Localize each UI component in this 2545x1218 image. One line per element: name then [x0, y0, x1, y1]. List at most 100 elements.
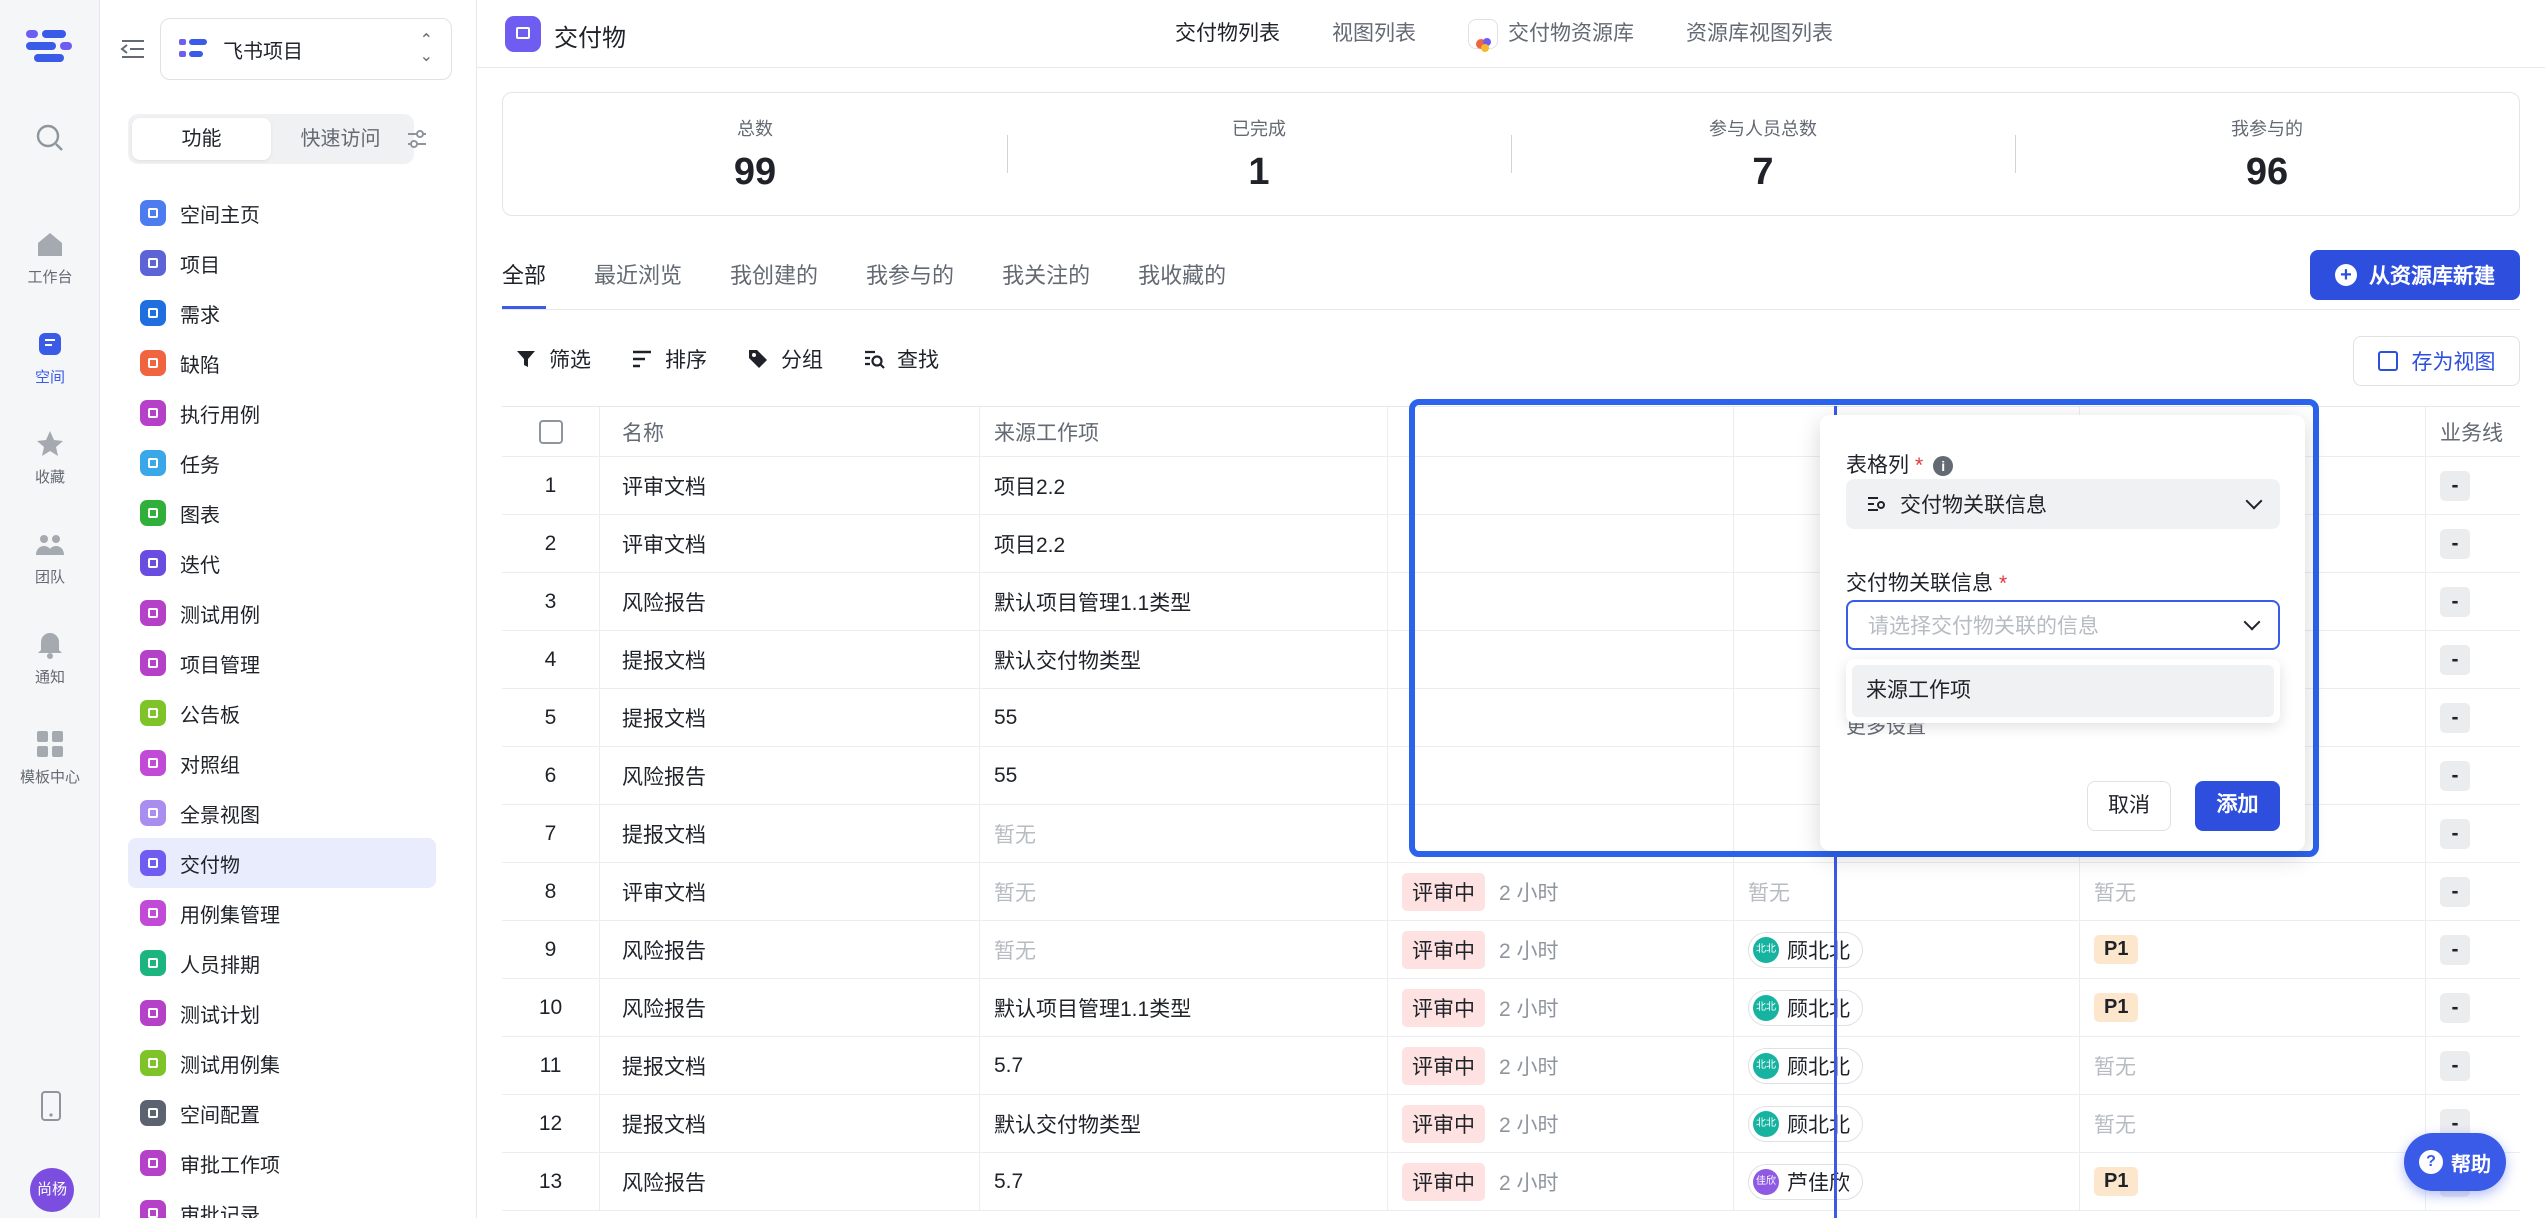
row-name[interactable]: 提报文档	[600, 1095, 980, 1152]
sidebar-item-20[interactable]: 审批记录	[128, 1188, 436, 1218]
row-line[interactable]: -	[2426, 863, 2520, 920]
row-source[interactable]: 默认项目管理1.1类型	[980, 573, 1388, 630]
table-row[interactable]: 9 风险报告 暂无 评审中 2 小时 北北 顾北北 P1 -	[502, 921, 2520, 979]
sidebar-item-15[interactable]: 人员排期	[128, 938, 436, 988]
row-status[interactable]: 评审中 2 小时	[1388, 863, 1734, 920]
row-source[interactable]: 55	[980, 747, 1388, 804]
tab-favorites[interactable]: 我收藏的	[1138, 258, 1226, 309]
tab-view-list[interactable]: 视图列表	[1332, 0, 1416, 68]
row-source[interactable]: 5.7	[980, 1153, 1388, 1210]
row-user[interactable]: 北北 顾北北	[1734, 1037, 2080, 1094]
row-source[interactable]: 项目2.2	[980, 457, 1388, 514]
header-source[interactable]: 来源工作项	[980, 407, 1388, 456]
sidebar-item-12[interactable]: 全景视图	[128, 788, 436, 838]
row-source[interactable]: 默认交付物类型	[980, 631, 1388, 688]
tab-recent[interactable]: 最近浏览	[594, 258, 682, 309]
rail-item-0[interactable]	[0, 122, 100, 160]
rail-item-3[interactable]: 收藏	[0, 428, 100, 487]
row-line[interactable]: -	[2426, 689, 2520, 746]
tab-followed[interactable]: 我关注的	[1002, 258, 1090, 309]
sidebar-item-5[interactable]: 任务	[128, 438, 436, 488]
row-name[interactable]: 提报文档	[600, 1037, 980, 1094]
rail-item-2[interactable]: 空间	[0, 328, 100, 387]
column-type-select[interactable]: 交付物关联信息	[1846, 479, 2280, 529]
row-source[interactable]: 默认项目管理1.1类型	[980, 979, 1388, 1036]
app-logo-icon[interactable]	[26, 26, 74, 66]
sidebar-item-13[interactable]: 交付物	[128, 838, 436, 888]
row-user[interactable]: 北北 顾北北	[1734, 1095, 2080, 1152]
user-avatar[interactable]: 尚杨	[30, 1168, 74, 1212]
help-button[interactable]: ? 帮助	[2404, 1133, 2506, 1191]
table-row[interactable]: 12 提报文档 默认交付物类型 评审中 2 小时 北北 顾北北 暂无 -	[502, 1095, 2520, 1153]
row-name[interactable]: 风险报告	[600, 979, 980, 1036]
sidebar-item-19[interactable]: 审批工作项	[128, 1138, 436, 1188]
row-name[interactable]: 评审文档	[600, 863, 980, 920]
row-status[interactable]: 评审中 2 小时	[1388, 1037, 1734, 1094]
collapse-sidebar-icon[interactable]	[120, 38, 146, 60]
sidebar-item-6[interactable]: 图表	[128, 488, 436, 538]
row-priority[interactable]: 暂无	[2080, 1095, 2426, 1152]
table-row[interactable]: 13风险报告5.7评审中2 小时佳欣芦佳欣P1-	[502, 1153, 2520, 1211]
header-name[interactable]: 名称	[600, 407, 980, 456]
user-chip[interactable]: 北北 顾北北	[1748, 1047, 1863, 1084]
sidebar-item-7[interactable]: 迭代	[128, 538, 436, 588]
row-name[interactable]: 提报文档	[600, 631, 980, 688]
row-user[interactable]: 暂无	[1734, 863, 2080, 920]
row-name[interactable]: 风险报告	[600, 1153, 980, 1210]
segment-feature[interactable]: 功能	[132, 118, 271, 160]
row-line[interactable]: -	[2426, 921, 2520, 978]
select-all-checkbox[interactable]	[538, 419, 563, 444]
sidebar-item-16[interactable]: 测试计划	[128, 988, 436, 1038]
row-source[interactable]: 55	[980, 689, 1388, 746]
sidebar-item-11[interactable]: 对照组	[128, 738, 436, 788]
relation-info-select[interactable]: 请选择交付物关联的信息	[1846, 600, 2280, 650]
row-priority[interactable]: P1	[2080, 1153, 2426, 1210]
tab-all[interactable]: 全部	[502, 258, 547, 309]
row-user[interactable]: 北北 顾北北	[1734, 979, 2080, 1036]
row-line[interactable]: -	[2426, 805, 2520, 862]
user-chip[interactable]: 北北 顾北北	[1748, 989, 1863, 1026]
row-status[interactable]: 评审中 2 小时	[1388, 1153, 1734, 1210]
row-line[interactable]: -	[2426, 573, 2520, 630]
sidebar-item-3[interactable]: 缺陷	[128, 338, 436, 388]
sliders-icon[interactable]	[406, 128, 428, 150]
sidebar-item-14[interactable]: 用例集管理	[128, 888, 436, 938]
segment-quick-access[interactable]: 快速访问	[271, 118, 410, 160]
tab-deliverable-list[interactable]: 交付物列表	[1175, 0, 1280, 68]
filter-button[interactable]: 筛选	[515, 344, 591, 374]
tab-participated[interactable]: 我参与的	[866, 258, 954, 309]
user-chip[interactable]: 北北 顾北北	[1748, 931, 1863, 968]
row-status[interactable]: 评审中 2 小时	[1388, 979, 1734, 1036]
row-source[interactable]: 项目2.2	[980, 515, 1388, 572]
sidebar-item-18[interactable]: 空间配置	[128, 1088, 436, 1138]
row-name[interactable]: 提报文档	[600, 805, 980, 862]
mobile-icon[interactable]	[40, 1090, 62, 1122]
rail-item-1[interactable]: 工作台	[0, 228, 100, 287]
row-priority[interactable]: 暂无	[2080, 863, 2426, 920]
tab-resource-view-list[interactable]: 资源库视图列表	[1686, 0, 1833, 68]
row-source[interactable]: 暂无	[980, 921, 1388, 978]
sidebar-item-0[interactable]: 空间主页	[128, 188, 436, 238]
row-line[interactable]: -	[2426, 515, 2520, 572]
sidebar-item-9[interactable]: 项目管理	[128, 638, 436, 688]
save-view-button[interactable]: 存为视图	[2353, 336, 2520, 386]
rail-item-6[interactable]: 模板中心	[0, 728, 100, 787]
project-selector[interactable]: 飞书项目 ⌃ ⌄	[160, 18, 452, 80]
header-line[interactable]: 业务线	[2426, 407, 2520, 456]
row-line[interactable]: -	[2426, 747, 2520, 804]
row-user[interactable]: 佳欣 芦佳欣	[1734, 1153, 2080, 1210]
row-line[interactable]: -	[2426, 1037, 2520, 1094]
row-name[interactable]: 评审文档	[600, 515, 980, 572]
option-source-item[interactable]: 来源工作项	[1852, 665, 2274, 717]
row-priority[interactable]: P1	[2080, 979, 2426, 1036]
sidebar-item-17[interactable]: 测试用例集	[128, 1038, 436, 1088]
cancel-button[interactable]: 取消	[2087, 781, 2171, 831]
tab-created[interactable]: 我创建的	[730, 258, 818, 309]
rail-item-4[interactable]: 团队	[0, 528, 100, 587]
row-priority[interactable]: P1	[2080, 921, 2426, 978]
row-source[interactable]: 5.7	[980, 1037, 1388, 1094]
row-line[interactable]: -	[2426, 979, 2520, 1036]
add-button[interactable]: 添加	[2195, 781, 2280, 831]
sidebar-item-4[interactable]: 执行用例	[128, 388, 436, 438]
row-status[interactable]: 评审中 2 小时	[1388, 1095, 1734, 1152]
